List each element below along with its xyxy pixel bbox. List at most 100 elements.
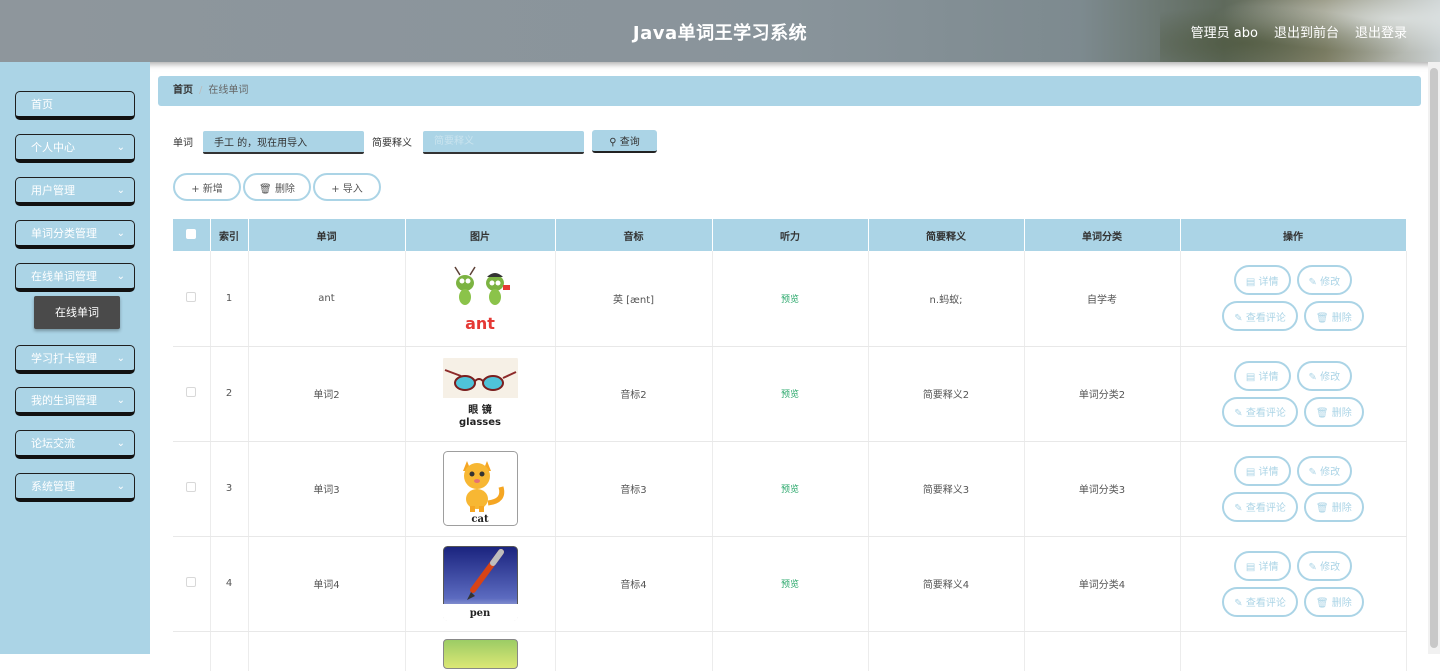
import-button-label: 导入 (342, 183, 363, 195)
sidebar-item-label: 在线单词管理 (31, 270, 97, 283)
sidebar-item-system[interactable]: 系统管理 ⌄ (15, 473, 135, 502)
row-checkbox-cell (173, 441, 211, 537)
trash-icon: 🗑 (1315, 408, 1329, 419)
comments-label: 查看评论 (1245, 503, 1286, 514)
query-button-label: 查询 (619, 137, 640, 148)
sidebar-item-online-words[interactable]: 在线单词管理 ⌄ (15, 263, 135, 292)
word-search-label: 单词 (173, 138, 193, 149)
edit-button[interactable]: ✎ 修改 (1296, 360, 1353, 391)
definition-cell: n.蚂蚁; (868, 251, 1025, 347)
delete-button[interactable]: 🗑 删除 (1303, 301, 1364, 332)
query-button[interactable]: ⚲ 查询 (592, 130, 657, 153)
word-cell: 单词4 (248, 536, 406, 632)
sidebar-item-label: 个人中心 (31, 141, 75, 154)
audio-preview-link[interactable]: 预览 (781, 485, 799, 495)
table-row: 1 ant ant 英 [ænt] 预览 n.蚂蚁; 自学考 ▤ 详情 ✎ 修改… (173, 251, 1407, 347)
ops-cell: ▤ 详情 ✎ 修改 ✎ 查看评论 🗑 删除 (1180, 346, 1407, 442)
comments-label: 查看评论 (1245, 312, 1286, 324)
ops-cell (1180, 631, 1407, 671)
image-cell: pen (405, 536, 556, 632)
sidebar-item-label: 系统管理 (31, 480, 75, 493)
trash-icon: 🗑 (1315, 598, 1329, 609)
breadcrumb-home[interactable]: 首页 (173, 85, 193, 96)
category-cell: 单词分类4 (1024, 536, 1181, 632)
breadcrumb: 首页 / 在线单词 (158, 76, 1421, 106)
trash-icon: 🗑 (1315, 503, 1329, 514)
sidebar-item-label: 我的生词管理 (31, 394, 97, 407)
chevron-down-icon: ⌄ (116, 142, 125, 153)
image-cell: ant (405, 251, 556, 347)
detail-button[interactable]: ▤ 详情 (1233, 455, 1291, 486)
add-button[interactable]: + 新增 (173, 173, 241, 201)
edit-button[interactable]: ✎ 修改 (1296, 550, 1353, 581)
word-search-input[interactable] (203, 131, 364, 154)
view-comments-button[interactable]: ✎ 查看评论 (1222, 301, 1298, 332)
comments-label: 查看评论 (1245, 598, 1286, 609)
definition-search-label: 简要释义 (372, 138, 412, 149)
view-comments-button[interactable]: ✎ 查看评论 (1222, 586, 1298, 617)
ops-cell: ▤ 详情 ✎ 修改 ✎ 查看评论 🗑 删除 (1180, 536, 1407, 632)
page-scrollbar[interactable] (1428, 62, 1440, 654)
edit-label: 修改 (1320, 467, 1341, 478)
edit-label: 修改 (1320, 562, 1341, 573)
definition-cell: 简要释义4 (868, 536, 1025, 632)
category-cell: 单词分类2 (1024, 346, 1181, 442)
document-icon: ▤ (1245, 467, 1256, 478)
trash-icon: 🗑 (259, 183, 272, 195)
view-comments-button[interactable]: ✎ 查看评论 (1222, 396, 1298, 427)
definition-search-input[interactable] (423, 131, 584, 154)
detail-button[interactable]: ▤ 详情 (1233, 360, 1291, 391)
pencil-icon: ✎ (1308, 276, 1317, 288)
sidebar-item-label: 用户管理 (31, 184, 75, 197)
row-checkbox[interactable] (186, 387, 197, 397)
sidebar-item-home[interactable]: 首页 (15, 91, 135, 120)
import-button[interactable]: + 导入 (313, 173, 381, 201)
logout-link[interactable]: 退出登录 (1355, 22, 1407, 41)
audio-preview-link[interactable]: 预览 (781, 390, 799, 400)
row-checkbox[interactable] (186, 577, 197, 587)
exit-to-front-link[interactable]: 退出到前台 (1274, 22, 1339, 41)
sidebar-item-user-management[interactable]: 用户管理 ⌄ (15, 177, 135, 206)
sidebar-item-my-new-words[interactable]: 我的生词管理 ⌄ (15, 387, 135, 416)
audio-preview-link[interactable]: 预览 (781, 295, 799, 305)
image-caption: glasses (459, 417, 501, 428)
audio-preview-link[interactable]: 预览 (781, 580, 799, 590)
column-header: 单词分类 (1024, 219, 1181, 251)
row-checkbox[interactable] (186, 482, 197, 492)
ant-image[interactable]: ant (442, 260, 518, 336)
scrollbar-thumb[interactable] (1430, 68, 1438, 648)
select-all-checkbox[interactable] (186, 228, 197, 239)
sidebar-item-forum[interactable]: 论坛交流 ⌄ (15, 430, 135, 459)
row-checkbox[interactable] (186, 291, 197, 302)
glasses-image[interactable]: 眼 镜 glasses (442, 356, 518, 431)
trash-icon: 🗑 (1315, 312, 1329, 324)
delete-button[interactable]: 🗑 删除 (1303, 396, 1364, 427)
ops-cell: ▤ 详情 ✎ 修改 ✎ 查看评论 🗑 删除 (1180, 251, 1407, 347)
image-cell: 眼 镜 glasses (405, 346, 556, 442)
audio-cell: 预览 (712, 251, 869, 347)
breadcrumb-current: 在线单词 (208, 85, 249, 96)
delete-button[interactable]: 🗑 删除 (1303, 491, 1364, 522)
sidebar: 首页 个人中心 ⌄ 用户管理 ⌄ 单词分类管理 ⌄ 在线单词管理 ⌄ 在线单词 学习打卡… (0, 62, 150, 654)
detail-button[interactable]: ▤ 详情 (1233, 265, 1291, 296)
cat-image[interactable]: cat (442, 451, 518, 526)
edit-label: 修改 (1320, 372, 1341, 383)
view-comments-button[interactable]: ✎ 查看评论 (1222, 491, 1298, 522)
sidebar-item-study-checkin[interactable]: 学习打卡管理 ⌄ (15, 345, 135, 374)
sidebar-item-word-category[interactable]: 单词分类管理 ⌄ (15, 220, 135, 249)
chevron-down-icon: ⌄ (116, 271, 125, 282)
pen-image[interactable]: pen (442, 546, 518, 621)
detail-button[interactable]: ▤ 详情 (1233, 550, 1291, 581)
edit-button[interactable]: ✎ 修改 (1296, 265, 1353, 296)
image-cell (405, 631, 556, 671)
batch-delete-button[interactable]: 🗑 删除 (243, 173, 311, 201)
row-checkbox-cell (173, 631, 211, 671)
sidebar-subitem-online-words[interactable]: 在线单词 (34, 296, 120, 329)
edit-button[interactable]: ✎ 修改 (1296, 455, 1353, 486)
column-header: 图片 (405, 219, 556, 251)
delete-label: 删除 (1331, 503, 1352, 514)
breadcrumb-separator: / (199, 85, 203, 96)
sidebar-item-personal-center[interactable]: 个人中心 ⌄ (15, 134, 135, 163)
pencil-icon: ✎ (1308, 562, 1317, 573)
delete-button[interactable]: 🗑 删除 (1303, 586, 1364, 617)
